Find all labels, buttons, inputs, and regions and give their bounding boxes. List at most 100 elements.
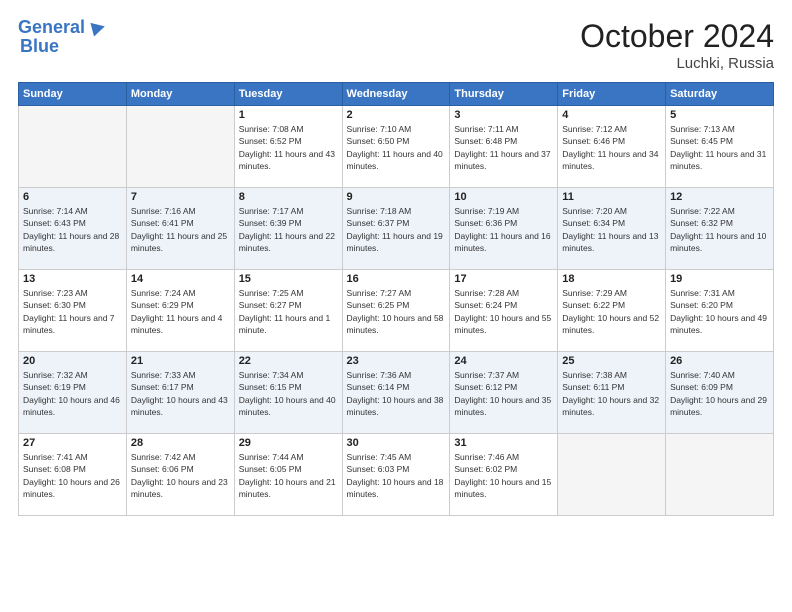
calendar-row: 6Sunrise: 7:14 AMSunset: 6:43 PMDaylight… (19, 188, 774, 270)
calendar-cell: 25Sunrise: 7:38 AMSunset: 6:11 PMDayligh… (558, 352, 666, 434)
title-block: October 2024 Luchki, Russia (580, 18, 774, 72)
logo-general-text: General (18, 17, 85, 37)
weekday-header: Sunday (19, 83, 127, 106)
day-number: 11 (562, 191, 661, 203)
day-number: 30 (347, 437, 446, 449)
day-number: 29 (239, 437, 338, 449)
day-info: Sunrise: 7:40 AMSunset: 6:09 PMDaylight:… (670, 369, 769, 418)
day-number: 17 (454, 273, 553, 285)
day-info: Sunrise: 7:41 AMSunset: 6:08 PMDaylight:… (23, 451, 122, 500)
day-info: Sunrise: 7:10 AMSunset: 6:50 PMDaylight:… (347, 123, 446, 172)
weekday-header: Thursday (450, 83, 558, 106)
day-number: 31 (454, 437, 553, 449)
day-info: Sunrise: 7:23 AMSunset: 6:30 PMDaylight:… (23, 287, 122, 336)
day-number: 12 (670, 191, 769, 203)
calendar-cell: 4 Sunrise: 7:12 AMSunset: 6:46 PMDaylight… (558, 106, 666, 188)
calendar-row: 20Sunrise: 7:32 AMSunset: 6:19 PMDayligh… (19, 352, 774, 434)
calendar-cell: 26 Sunrise: 7:40 AMSunset: 6:09 PMDayligh… (666, 352, 774, 434)
day-number: 18 (562, 273, 661, 285)
calendar-cell: 8 Sunrise: 7:17 AMSunset: 6:39 PMDaylight… (234, 188, 342, 270)
day-info: Sunrise: 7:33 AMSunset: 6:17 PMDaylight:… (131, 369, 230, 418)
logo: General Blue (18, 18, 105, 57)
calendar-row: 27 Sunrise: 7:41 AMSunset: 6:08 PMDayligh… (19, 434, 774, 516)
calendar-cell: 16 Sunrise: 7:27 AMSunset: 6:25 PMDayligh… (342, 270, 450, 352)
calendar-cell: 15 Sunrise: 7:25 AMSunset: 6:27 PMDayligh… (234, 270, 342, 352)
day-info: Sunrise: 7:20 AMSunset: 6:34 PMDaylight:… (562, 205, 661, 254)
calendar-cell (19, 106, 127, 188)
calendar-cell: 21 Sunrise: 7:33 AMSunset: 6:17 PMDayligh… (126, 352, 234, 434)
day-info: Sunrise: 7:25 AMSunset: 6:27 PMDaylight:… (239, 287, 338, 336)
day-info: Sunrise: 7:22 AMSunset: 6:32 PMDaylight:… (670, 205, 769, 254)
day-info: Sunrise: 7:45 AMSunset: 6:03 PMDaylight:… (347, 451, 446, 500)
day-number: 3 (454, 109, 553, 121)
day-info: Sunrise: 7:11 AMSunset: 6:48 PMDaylight:… (454, 123, 553, 172)
calendar-cell (558, 434, 666, 516)
calendar-row: 13Sunrise: 7:23 AMSunset: 6:30 PMDayligh… (19, 270, 774, 352)
day-info: Sunrise: 7:27 AMSunset: 6:25 PMDaylight:… (347, 287, 446, 336)
day-number: 15 (239, 273, 338, 285)
month-title: October 2024 (580, 18, 774, 55)
calendar-cell: 12 Sunrise: 7:22 AMSunset: 6:32 PMDayligh… (666, 188, 774, 270)
day-info: Sunrise: 7:16 AMSunset: 6:41 PMDaylight:… (131, 205, 230, 254)
calendar-cell: 17Sunrise: 7:28 AMSunset: 6:24 PMDayligh… (450, 270, 558, 352)
calendar-header-row: SundayMondayTuesdayWednesdayThursdayFrid… (19, 83, 774, 106)
calendar-cell: 24 Sunrise: 7:37 AMSunset: 6:12 PMDayligh… (450, 352, 558, 434)
calendar-cell: 14Sunrise: 7:24 AMSunset: 6:29 PMDayligh… (126, 270, 234, 352)
calendar-cell: 27 Sunrise: 7:41 AMSunset: 6:08 PMDayligh… (19, 434, 127, 516)
day-number: 9 (347, 191, 446, 203)
day-info: Sunrise: 7:29 AMSunset: 6:22 PMDaylight:… (562, 287, 661, 336)
day-number: 24 (454, 355, 553, 367)
day-number: 8 (239, 191, 338, 203)
day-number: 26 (670, 355, 769, 367)
day-number: 5 (670, 109, 769, 121)
logo-blue-text: Blue (20, 36, 59, 57)
day-info: Sunrise: 7:36 AMSunset: 6:14 PMDaylight:… (347, 369, 446, 418)
calendar-table: SundayMondayTuesdayWednesdayThursdayFrid… (18, 82, 774, 516)
day-info: Sunrise: 7:34 AMSunset: 6:15 PMDaylight:… (239, 369, 338, 418)
calendar-cell: 30 Sunrise: 7:45 AMSunset: 6:03 PMDayligh… (342, 434, 450, 516)
calendar-cell: 7 Sunrise: 7:16 AMSunset: 6:41 PMDaylight… (126, 188, 234, 270)
day-info: Sunrise: 7:44 AMSunset: 6:05 PMDaylight:… (239, 451, 338, 500)
day-info: Sunrise: 7:08 AMSunset: 6:52 PMDaylight:… (239, 123, 338, 172)
logo-arrow-icon (90, 20, 106, 37)
day-number: 7 (131, 191, 230, 203)
calendar-cell: 6Sunrise: 7:14 AMSunset: 6:43 PMDaylight… (19, 188, 127, 270)
calendar-cell: 19Sunrise: 7:31 AMSunset: 6:20 PMDayligh… (666, 270, 774, 352)
calendar-cell: 23 Sunrise: 7:36 AMSunset: 6:14 PMDayligh… (342, 352, 450, 434)
day-number: 14 (131, 273, 230, 285)
calendar-cell (666, 434, 774, 516)
day-number: 6 (23, 191, 122, 203)
calendar-cell: 2Sunrise: 7:10 AMSunset: 6:50 PMDaylight… (342, 106, 450, 188)
day-number: 1 (239, 109, 338, 121)
day-number: 23 (347, 355, 446, 367)
calendar-cell: 31 Sunrise: 7:46 AMSunset: 6:02 PMDayligh… (450, 434, 558, 516)
calendar-cell: 11 Sunrise: 7:20 AMSunset: 6:34 PMDayligh… (558, 188, 666, 270)
calendar-cell: 5 Sunrise: 7:13 AMSunset: 6:45 PMDaylight… (666, 106, 774, 188)
day-info: Sunrise: 7:37 AMSunset: 6:12 PMDaylight:… (454, 369, 553, 418)
day-info: Sunrise: 7:31 AMSunset: 6:20 PMDaylight:… (670, 287, 769, 336)
day-number: 27 (23, 437, 122, 449)
day-info: Sunrise: 7:12 AMSunset: 6:46 PMDaylight:… (562, 123, 661, 172)
weekday-header: Friday (558, 83, 666, 106)
calendar-cell: 13Sunrise: 7:23 AMSunset: 6:30 PMDayligh… (19, 270, 127, 352)
day-number: 4 (562, 109, 661, 121)
location-title: Luchki, Russia (580, 55, 774, 72)
weekday-header: Wednesday (342, 83, 450, 106)
day-info: Sunrise: 7:13 AMSunset: 6:45 PMDaylight:… (670, 123, 769, 172)
day-number: 28 (131, 437, 230, 449)
calendar-cell: 3 Sunrise: 7:11 AMSunset: 6:48 PMDaylight… (450, 106, 558, 188)
calendar-row: 1 Sunrise: 7:08 AMSunset: 6:52 PMDaylight… (19, 106, 774, 188)
day-info: Sunrise: 7:42 AMSunset: 6:06 PMDaylight:… (131, 451, 230, 500)
day-info: Sunrise: 7:19 AMSunset: 6:36 PMDaylight:… (454, 205, 553, 254)
page: General Blue October 2024 Luchki, Russia… (0, 0, 792, 612)
day-number: 16 (347, 273, 446, 285)
calendar-cell: 28 Sunrise: 7:42 AMSunset: 6:06 PMDayligh… (126, 434, 234, 516)
calendar-cell: 18 Sunrise: 7:29 AMSunset: 6:22 PMDayligh… (558, 270, 666, 352)
day-info: Sunrise: 7:18 AMSunset: 6:37 PMDaylight:… (347, 205, 446, 254)
day-info: Sunrise: 7:17 AMSunset: 6:39 PMDaylight:… (239, 205, 338, 254)
calendar-cell: 9 Sunrise: 7:18 AMSunset: 6:37 PMDaylight… (342, 188, 450, 270)
day-info: Sunrise: 7:46 AMSunset: 6:02 PMDaylight:… (454, 451, 553, 500)
day-info: Sunrise: 7:32 AMSunset: 6:19 PMDaylight:… (23, 369, 122, 418)
day-number: 21 (131, 355, 230, 367)
weekday-header: Tuesday (234, 83, 342, 106)
